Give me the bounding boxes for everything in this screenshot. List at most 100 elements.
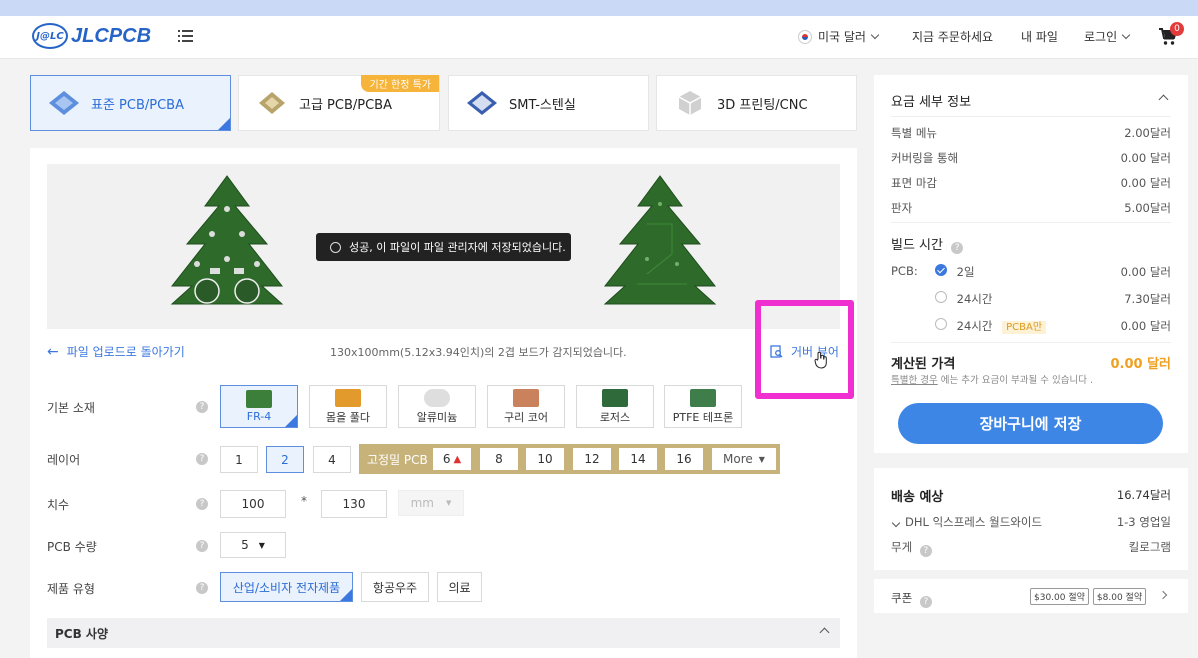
price-row: 특별 메뉴 2.00달러 xyxy=(891,126,1171,140)
calculated-price-label: 계산된 가격 xyxy=(891,357,956,372)
dimension-label: 치수 xyxy=(47,498,70,512)
special-case-link[interactable]: 특별한 경우 xyxy=(891,375,938,386)
quantity-value: 5 xyxy=(241,538,249,552)
material-label: PTFE 테프론 xyxy=(672,410,734,424)
chip-icon xyxy=(259,92,285,114)
tab-3d-printing[interactable]: 3D 프린팅/CNC xyxy=(656,75,857,131)
nav-order-now[interactable]: 지금 주문하세요 xyxy=(912,28,993,45)
build-option-24h[interactable]: 24시간 7.30달러 xyxy=(935,291,1171,307)
logo[interactable]: J@LC JLCPCB xyxy=(32,23,151,49)
pricing-title: 요금 세부 정보 xyxy=(891,95,972,110)
layer-10[interactable]: 10 xyxy=(526,448,564,470)
back-link-label: 파일 업로드로 돌아가기 xyxy=(66,345,185,359)
dimension-separator: * xyxy=(301,494,307,508)
help-icon[interactable]: ? xyxy=(196,453,208,465)
material-flex[interactable]: 몸을 풀다 xyxy=(309,385,387,428)
material-rogers[interactable]: 로저스 xyxy=(576,385,654,428)
tab-standard-pcb[interactable]: 표준 PCB/PCBA xyxy=(30,75,231,131)
spec-section-title: PCB 사양 xyxy=(55,627,109,641)
material-aluminum[interactable]: 알류미늄 xyxy=(398,385,476,428)
help-icon[interactable]: ? xyxy=(196,401,208,413)
radio-unchecked[interactable] xyxy=(935,291,947,303)
material-fr4[interactable]: FR-4 xyxy=(220,385,298,428)
caret-down-icon: ▼ xyxy=(258,540,265,550)
pcb-board-icon xyxy=(49,91,79,115)
layer-12[interactable]: 12 xyxy=(573,448,611,470)
layer-6-label: 6 xyxy=(442,452,451,466)
material-label: FR-4 xyxy=(246,410,272,423)
quantity-select[interactable]: 5 ▼ xyxy=(220,532,286,558)
help-icon[interactable]: ? xyxy=(196,498,208,510)
type-aerospace[interactable]: 항공우주 xyxy=(361,572,429,602)
fire-icon: ▲ xyxy=(453,453,462,465)
tab-advanced-pcb[interactable]: 고급 PCB/PCBA 기간 한정 특가 xyxy=(238,75,440,131)
pcb-spec-section[interactable]: PCB 사양 xyxy=(47,618,840,648)
layer-16[interactable]: 16 xyxy=(665,448,703,470)
more-label: More xyxy=(723,452,753,466)
help-icon[interactable]: ? xyxy=(919,545,932,557)
save-to-cart-button[interactable]: 장바구니에 저장 xyxy=(898,403,1163,444)
type-industrial[interactable]: 산업/소비자 전자제품 xyxy=(220,572,353,602)
layer-8[interactable]: 8 xyxy=(480,448,518,470)
calculated-price-value: 0.00 달러 xyxy=(1110,357,1171,372)
currency-selector[interactable]: 미국 달러 xyxy=(798,28,880,45)
pcba-only-badge: PCBA만 xyxy=(1002,321,1047,334)
weight-row: 무게 ? 킬로그램 xyxy=(891,540,1171,557)
unit-select[interactable]: mm ▼ xyxy=(398,490,464,516)
chevron-down-icon xyxy=(891,518,901,528)
height-input[interactable]: 130 xyxy=(321,490,387,518)
arrow-left-icon: ← xyxy=(47,343,59,360)
quantity-label: PCB 수량 xyxy=(47,540,97,554)
layer-1[interactable]: 1 xyxy=(220,446,258,473)
help-icon[interactable]: ? xyxy=(919,596,932,608)
top-strip xyxy=(0,0,1198,16)
aluminum-swatch xyxy=(424,388,450,407)
menu-icon[interactable] xyxy=(178,30,193,44)
caret-down-icon: ▼ xyxy=(758,454,765,464)
price-note: 특별한 경우 에는 추가 요금이 부과될 수 있습니다 . xyxy=(891,375,1093,386)
nav-login[interactable]: 로그인 xyxy=(1084,28,1131,45)
success-toast: 성공, 이 파일이 파일 관리자에 저장되었습니다. xyxy=(316,233,571,261)
price-row: 커버링을 통해 0.00 달러 xyxy=(891,151,1171,165)
copper-swatch xyxy=(513,388,539,407)
price-row: 판자 5.00달러 xyxy=(891,201,1171,215)
pcb-build-label: PCB: xyxy=(891,264,918,278)
material-copper-core[interactable]: 구리 코어 xyxy=(487,385,565,428)
build-option-24h-pcba[interactable]: 24시간 PCBA만 0.00 달러 xyxy=(935,318,1171,334)
coupon-badges: $30.00 절약 $8.00 절약 xyxy=(1026,588,1147,605)
hand-cursor-icon xyxy=(814,351,827,369)
flag-icon xyxy=(798,29,812,44)
coupon-badge: $8.00 절약 xyxy=(1092,588,1147,605)
layer-6[interactable]: 6 ▲ xyxy=(433,448,471,470)
price-row: 표면 마감 0.00 달러 xyxy=(891,176,1171,190)
layer-4[interactable]: 4 xyxy=(313,446,351,473)
shipping-price: 16.74달러 xyxy=(1116,488,1171,502)
chevron-down-icon xyxy=(1121,30,1131,39)
material-label: 알류미늄 xyxy=(416,410,458,424)
layer-2[interactable]: 2 xyxy=(266,446,304,473)
material-ptfe[interactable]: PTFE 테프론 xyxy=(664,385,742,428)
build-option-2day[interactable]: 2일 0.00 달러 xyxy=(935,264,1171,280)
tab-label: SMT-스텐실 xyxy=(509,97,576,113)
tab-smt-stencil[interactable]: SMT-스텐실 xyxy=(448,75,649,131)
tab-label: 3D 프린팅/CNC xyxy=(717,97,808,113)
back-to-upload-link[interactable]: ← 파일 업로드로 돌아가기 xyxy=(47,343,185,360)
help-icon[interactable]: ? xyxy=(196,582,208,594)
pcb-top-view xyxy=(170,175,284,305)
shipping-method[interactable]: DHL 익스프레스 월드와이드 1-3 영업일 xyxy=(891,514,1171,530)
cart-button[interactable]: 0 xyxy=(1158,22,1184,48)
caret-down-icon: ▼ xyxy=(446,499,452,507)
type-medical[interactable]: 의료 xyxy=(437,572,482,602)
build-time-title: 빌드 시간 ? xyxy=(891,234,964,254)
toast-message: 성공, 이 파일이 파일 관리자에 저장되었습니다. xyxy=(349,241,566,254)
currency-label: 미국 달러 xyxy=(818,30,866,44)
layer-14[interactable]: 14 xyxy=(619,448,657,470)
radio-checked[interactable] xyxy=(935,264,947,276)
radio-unchecked[interactable] xyxy=(935,318,947,330)
coupon-badge: $30.00 절약 xyxy=(1030,588,1089,605)
width-input[interactable]: 100 xyxy=(220,490,286,518)
nav-my-files[interactable]: 내 파일 xyxy=(1021,28,1058,45)
highlight-box xyxy=(755,300,854,399)
help-icon[interactable]: ? xyxy=(196,540,208,552)
layers-more-dropdown[interactable]: More ▼ xyxy=(712,448,776,470)
